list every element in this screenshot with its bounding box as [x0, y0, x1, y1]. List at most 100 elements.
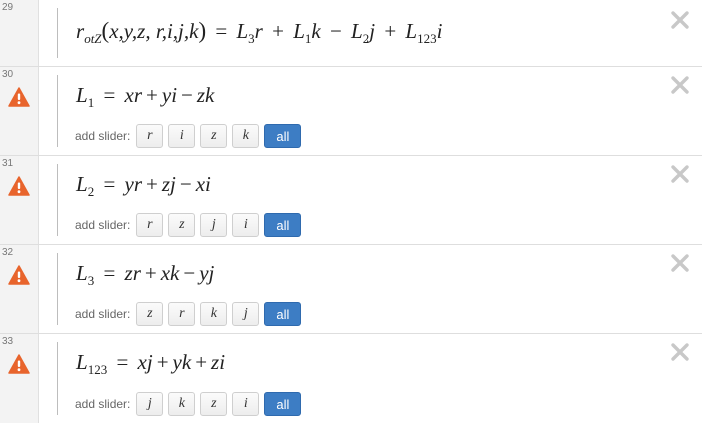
operator: − — [181, 83, 193, 107]
slider-button-j[interactable]: j — [136, 392, 164, 416]
slider-button-z[interactable]: z — [200, 124, 228, 148]
term-symbol: L — [293, 19, 305, 43]
math-expression[interactable]: L1 = xr + yi − zk — [76, 83, 215, 109]
warning-triangle-icon[interactable] — [8, 176, 30, 196]
equals-sign: = — [103, 83, 116, 107]
term: yr — [124, 172, 143, 196]
close-icon[interactable] — [668, 251, 692, 275]
term: yj — [199, 261, 215, 285]
warning-triangle-icon[interactable] — [8, 265, 30, 285]
close-icon[interactable] — [668, 73, 692, 97]
expression-gutter: 33 — [0, 334, 39, 423]
lhs-subscript: 3 — [87, 273, 95, 288]
term: zk — [196, 83, 215, 107]
expression-gutter: 29 — [0, 0, 39, 66]
equals-sign: = — [103, 172, 116, 196]
input-divider — [57, 8, 58, 58]
slider-button-all[interactable]: all — [264, 302, 302, 326]
slider-button-k[interactable]: k — [168, 392, 196, 416]
equals-sign: = — [116, 350, 129, 374]
term-symbol: L — [351, 19, 363, 43]
slider-button-j[interactable]: j — [232, 302, 260, 326]
close-paren: ) — [198, 18, 207, 43]
term: yi — [161, 83, 178, 107]
input-divider — [57, 75, 58, 147]
term: xr — [124, 83, 143, 107]
operator: + — [272, 19, 284, 43]
warning-triangle-icon[interactable] — [8, 87, 30, 107]
term-subscript: 123 — [417, 31, 437, 46]
slider-button-all[interactable]: all — [264, 124, 302, 148]
operator: + — [156, 350, 169, 374]
slider-button-z[interactable]: z — [200, 392, 228, 416]
operator: + — [146, 172, 158, 196]
term-symbol: L — [405, 19, 418, 43]
math-expression[interactable]: L123 = xj + yk + zi — [76, 350, 226, 376]
line-number: 30 — [2, 69, 14, 80]
term-variable: k — [311, 19, 321, 43]
term: xk — [160, 261, 180, 285]
term: zj — [161, 172, 176, 196]
term: yk — [172, 350, 192, 374]
term: zr — [124, 261, 141, 285]
math-expression[interactable]: L3 = zr + xk − yj — [76, 261, 215, 288]
input-divider — [57, 253, 58, 325]
expression-item[interactable]: 31 L2 = yr + zj − xi add slider: r z j i all — [0, 156, 702, 245]
function-name: r — [76, 19, 85, 43]
slider-button-all[interactable]: all — [264, 392, 302, 416]
add-slider-row: add slider: r z j i all — [75, 213, 302, 237]
expression-item[interactable]: 32 L3 = zr + xk − yj add slider: z r k j all — [0, 245, 702, 334]
expression-item[interactable]: 30 L1 = xr + yi − zk add slider: r i z k all — [0, 67, 702, 156]
close-icon[interactable] — [668, 340, 692, 364]
add-slider-row: add slider: z r k j all — [75, 302, 302, 326]
slider-button-all[interactable]: all — [264, 213, 302, 237]
slider-button-r[interactable]: r — [168, 302, 196, 326]
slider-button-k[interactable]: k — [232, 124, 260, 148]
expression-gutter: 32 — [0, 245, 39, 333]
term: xi — [195, 172, 211, 196]
term-symbol: L — [236, 19, 249, 43]
add-slider-label: add slider: — [75, 307, 131, 321]
operator: + — [144, 261, 157, 285]
slider-button-i[interactable]: i — [232, 392, 260, 416]
line-number: 32 — [2, 247, 14, 258]
line-number: 33 — [2, 336, 14, 347]
slider-button-r[interactable]: r — [136, 213, 164, 237]
expression-list: 29 rotZ(x,y,z, r,i,j,k) = L3r + L1k − L2… — [0, 0, 702, 423]
operator: + — [195, 350, 208, 374]
lhs-symbol: L — [76, 350, 88, 374]
slider-button-i[interactable]: i — [232, 213, 260, 237]
term-variable: i — [436, 19, 443, 43]
add-slider-row: add slider: j k z i all — [75, 392, 302, 416]
input-divider — [57, 342, 58, 415]
term: zi — [211, 350, 226, 374]
add-slider-label: add slider: — [75, 218, 131, 232]
equals-sign: = — [103, 261, 116, 285]
slider-button-r[interactable]: r — [136, 124, 164, 148]
operator: + — [146, 83, 158, 107]
add-slider-label: add slider: — [75, 129, 131, 143]
add-slider-row: add slider: r i z k all — [75, 124, 302, 148]
function-subscript: otZ — [84, 31, 102, 46]
slider-button-j[interactable]: j — [200, 213, 228, 237]
expression-item[interactable]: 29 rotZ(x,y,z, r,i,j,k) = L3r + L1k − L2… — [0, 0, 702, 67]
operator: − — [329, 19, 342, 43]
expression-item[interactable]: 33 L123 = xj + yk + zi add slider: j k z i a… — [0, 334, 702, 423]
slider-button-i[interactable]: i — [168, 124, 196, 148]
line-number: 29 — [2, 2, 14, 13]
math-expression[interactable]: L2 = yr + zj − xi — [76, 172, 211, 199]
slider-button-z[interactable]: z — [168, 213, 196, 237]
line-number: 31 — [2, 158, 14, 169]
term-variable: j — [369, 19, 376, 43]
lhs-subscript: 2 — [87, 184, 95, 199]
slider-button-z[interactable]: z — [136, 302, 164, 326]
math-expression[interactable]: rotZ(x,y,z, r,i,j,k) = L3r + L1k − L2j +… — [76, 18, 443, 46]
lhs-symbol: L — [76, 261, 88, 285]
close-icon[interactable] — [668, 162, 692, 186]
close-icon[interactable] — [668, 8, 692, 32]
operator: + — [384, 19, 397, 43]
warning-triangle-icon[interactable] — [8, 354, 30, 374]
lhs-symbol: L — [76, 172, 88, 196]
slider-button-k[interactable]: k — [200, 302, 228, 326]
equals-sign: = — [215, 19, 228, 43]
